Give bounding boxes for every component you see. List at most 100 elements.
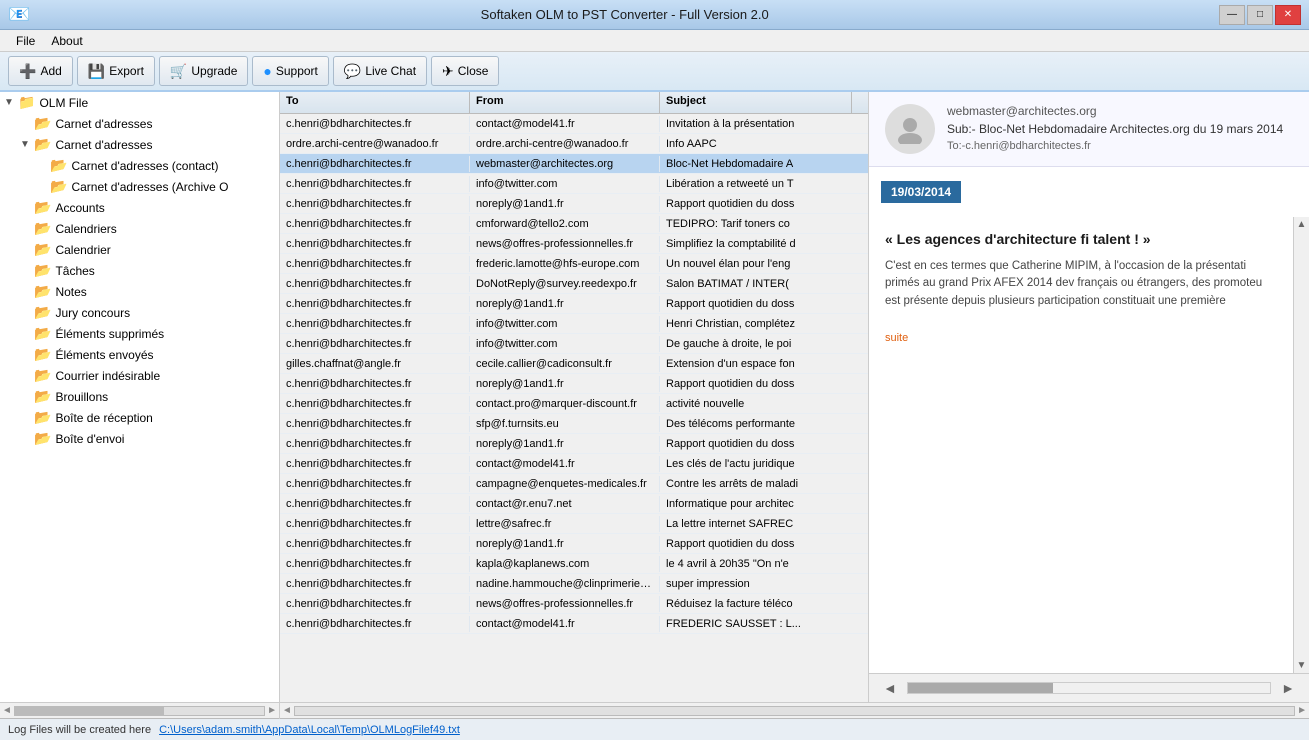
table-row[interactable]: c.henri@bdharchitectes.frcampagne@enquet… bbox=[280, 474, 868, 494]
table-row[interactable]: c.henri@bdharchitectes.frDoNotReply@surv… bbox=[280, 274, 868, 294]
table-row[interactable]: c.henri@bdharchitectes.frnoreply@1and1.f… bbox=[280, 294, 868, 314]
table-row[interactable]: c.henri@bdharchitectes.frnoreply@1and1.f… bbox=[280, 194, 868, 214]
window-controls: — □ ✕ bbox=[1219, 5, 1301, 25]
table-row[interactable]: c.henri@bdharchitectes.frcontact@model41… bbox=[280, 454, 868, 474]
email-cell-from: noreply@1and1.fr bbox=[470, 296, 660, 312]
export-button[interactable]: 💾 Export bbox=[77, 56, 155, 86]
sidebar-item-carnet-contact[interactable]: 📂 Carnet d'adresses (contact) bbox=[0, 155, 279, 176]
folder-icon-carnet-contact: 📂 bbox=[50, 157, 67, 174]
table-row[interactable]: c.henri@bdharchitectes.frcontact@r.enu7.… bbox=[280, 494, 868, 514]
prev-arrow[interactable]: ◄ bbox=[877, 678, 903, 698]
table-row[interactable]: c.henri@bdharchitectes.frinfo@twitter.co… bbox=[280, 314, 868, 334]
table-row[interactable]: c.henri@bdharchitectes.frnews@offres-pro… bbox=[280, 594, 868, 614]
sidebar-item-accounts[interactable]: 📂Accounts bbox=[0, 197, 279, 218]
sidebar-item-boite-reception[interactable]: 📂Boîte de réception bbox=[0, 407, 279, 428]
col-header-subject[interactable]: Subject bbox=[660, 92, 852, 113]
table-row[interactable]: gilles.chaffnat@angle.frcecile.callier@c… bbox=[280, 354, 868, 374]
sidebar-item-calendriers[interactable]: 📂Calendriers bbox=[0, 218, 279, 239]
folder-icon-calendriers: 📂 bbox=[34, 220, 51, 237]
table-row[interactable]: c.henri@bdharchitectes.frcmforward@tello… bbox=[280, 214, 868, 234]
scroll-up-arrow[interactable]: ▲ bbox=[1295, 217, 1309, 232]
table-row[interactable]: c.henri@bdharchitectes.frnadine.hammouch… bbox=[280, 574, 868, 594]
table-row[interactable]: c.henri@bdharchitectes.frnoreply@1and1.f… bbox=[280, 434, 868, 454]
sidebar-label-calendrier: Calendrier bbox=[55, 243, 110, 257]
table-row[interactable]: c.henri@bdharchitectes.frnoreply@1and1.f… bbox=[280, 534, 868, 554]
table-row[interactable]: c.henri@bdharchitectes.frnoreply@1and1.f… bbox=[280, 374, 868, 394]
read-more-link[interactable]: suite bbox=[885, 332, 908, 344]
close-icon: ✈ bbox=[442, 63, 454, 80]
menu-file[interactable]: File bbox=[8, 32, 43, 50]
sidebar-item-calendrier[interactable]: 📂Calendrier bbox=[0, 239, 279, 260]
close-window-button[interactable]: ✕ bbox=[1275, 5, 1301, 25]
email-cell-from: contact@model41.fr bbox=[470, 456, 660, 472]
sidebar-item-courrier[interactable]: 📂Courrier indésirable bbox=[0, 365, 279, 386]
sidebar-item-boite-envoi[interactable]: 📂Boîte d'envoi bbox=[0, 428, 279, 449]
email-cell-to: c.henri@bdharchitectes.fr bbox=[280, 496, 470, 512]
sidebar-item-brouillons[interactable]: 📂Brouillons bbox=[0, 386, 279, 407]
table-row[interactable]: c.henri@bdharchitectes.frwebmaster@archi… bbox=[280, 154, 868, 174]
email-cell-from: cecile.callier@cadiconsult.fr bbox=[470, 356, 660, 372]
email-cell-from: info@twitter.com bbox=[470, 176, 660, 192]
next-arrow[interactable]: ► bbox=[1275, 678, 1301, 698]
email-cell-from: frederic.lamotte@hfs-europe.com bbox=[470, 256, 660, 272]
email-list-header: To From Subject bbox=[280, 92, 868, 114]
sidebar-hscroll[interactable]: ◄ ► bbox=[0, 703, 280, 719]
sidebar-item-jury[interactable]: 📂Jury concours bbox=[0, 302, 279, 323]
email-scroll-right[interactable]: ► bbox=[1297, 705, 1307, 716]
email-list-hscroll[interactable]: ◄ ► bbox=[280, 703, 1309, 719]
close-button[interactable]: ✈ Close bbox=[431, 56, 499, 86]
preview-date-badge: 19/03/2014 bbox=[881, 181, 961, 203]
table-row[interactable]: c.henri@bdharchitectes.frnews@offres-pro… bbox=[280, 234, 868, 254]
status-text: Log Files will be created here bbox=[8, 724, 151, 736]
add-button[interactable]: ➕ Add bbox=[8, 56, 73, 86]
sidebar-item-olm-file[interactable]: ▼📁OLM File bbox=[0, 92, 279, 113]
preview-header: webmaster@architectes.org Sub:- Bloc-Net… bbox=[869, 92, 1309, 167]
email-cell-to: c.henri@bdharchitectes.fr bbox=[280, 536, 470, 552]
table-row[interactable]: c.henri@bdharchitectes.frsfp@f.turnsits.… bbox=[280, 414, 868, 434]
sidebar-item-taches[interactable]: 📂Tâches bbox=[0, 260, 279, 281]
sidebar[interactable]: ▼📁OLM File 📂Carnet d'adresses▼📂Carnet d'… bbox=[0, 92, 280, 702]
table-row[interactable]: c.henri@bdharchitectes.frkapla@kaplanews… bbox=[280, 554, 868, 574]
maximize-button[interactable]: □ bbox=[1247, 5, 1273, 25]
sidebar-scroll-right[interactable]: ► bbox=[267, 705, 277, 716]
sidebar-scroll-left[interactable]: ◄ bbox=[2, 705, 12, 716]
log-file-link[interactable]: C:\Users\adam.smith\AppData\Local\Temp\O… bbox=[159, 724, 460, 736]
email-cell-subject: Un nouvel élan pour l'eng bbox=[660, 256, 868, 272]
email-cell-subject: Info AAPC bbox=[660, 136, 868, 152]
table-row[interactable]: c.henri@bdharchitectes.frinfo@twitter.co… bbox=[280, 174, 868, 194]
sidebar-item-carnet1[interactable]: 📂Carnet d'adresses bbox=[0, 113, 279, 134]
sidebar-item-elements-envoyes[interactable]: 📂Éléments envoyés bbox=[0, 344, 279, 365]
email-cell-to: c.henri@bdharchitectes.fr bbox=[280, 336, 470, 352]
email-cell-subject: activité nouvelle bbox=[660, 396, 868, 412]
close-label: Close bbox=[458, 64, 489, 78]
sidebar-item-carnet2[interactable]: ▼📂Carnet d'adresses bbox=[0, 134, 279, 155]
email-scroll-left[interactable]: ◄ bbox=[282, 705, 292, 716]
table-row[interactable]: ordre.archi-centre@wanadoo.frordre.archi… bbox=[280, 134, 868, 154]
col-header-to[interactable]: To bbox=[280, 92, 470, 113]
livechat-button[interactable]: 💬 Live Chat bbox=[333, 56, 427, 86]
livechat-icon: 💬 bbox=[344, 63, 361, 80]
sidebar-item-elements-suppr[interactable]: 📂Éléments supprimés bbox=[0, 323, 279, 344]
table-row[interactable]: c.henri@bdharchitectes.frinfo@twitter.co… bbox=[280, 334, 868, 354]
preview-nav: ◄ ► bbox=[869, 673, 1309, 702]
table-row[interactable]: c.henri@bdharchitectes.frcontact@model41… bbox=[280, 614, 868, 634]
table-row[interactable]: c.henri@bdharchitectes.frfrederic.lamott… bbox=[280, 254, 868, 274]
table-row[interactable]: c.henri@bdharchitectes.frcontact.pro@mar… bbox=[280, 394, 868, 414]
upgrade-button[interactable]: 🛒 Upgrade bbox=[159, 56, 248, 86]
sidebar-item-notes[interactable]: 📂Notes bbox=[0, 281, 279, 302]
email-list[interactable]: c.henri@bdharchitectes.fr contact@model41… bbox=[280, 114, 868, 702]
col-header-from[interactable]: From bbox=[470, 92, 660, 113]
sidebar-label-carnet-contact: Carnet d'adresses (contact) bbox=[71, 159, 218, 173]
table-row[interactable]: c.henri@bdharchitectes.frcontact@model41… bbox=[280, 114, 868, 134]
preview-scrollbar[interactable]: ▲ ▼ bbox=[1293, 217, 1309, 673]
sidebar-item-carnet-archive[interactable]: 📂Carnet d'adresses (Archive O bbox=[0, 176, 279, 197]
support-button[interactable]: ● Support bbox=[252, 56, 329, 86]
scroll-down-arrow[interactable]: ▼ bbox=[1295, 658, 1309, 673]
table-row[interactable]: c.henri@bdharchitectes.frlettre@safrec.f… bbox=[280, 514, 868, 534]
menu-about[interactable]: About bbox=[43, 32, 90, 50]
email-cell-to: c.henri@bdharchitectes.fr bbox=[280, 396, 470, 412]
email-cell-to: c.henri@bdharchitectes.fr bbox=[280, 216, 470, 232]
minimize-button[interactable]: — bbox=[1219, 5, 1245, 25]
title-bar: 📧 Softaken OLM to PST Converter - Full V… bbox=[0, 0, 1309, 30]
folder-icon-boite-reception: 📂 bbox=[34, 409, 51, 426]
